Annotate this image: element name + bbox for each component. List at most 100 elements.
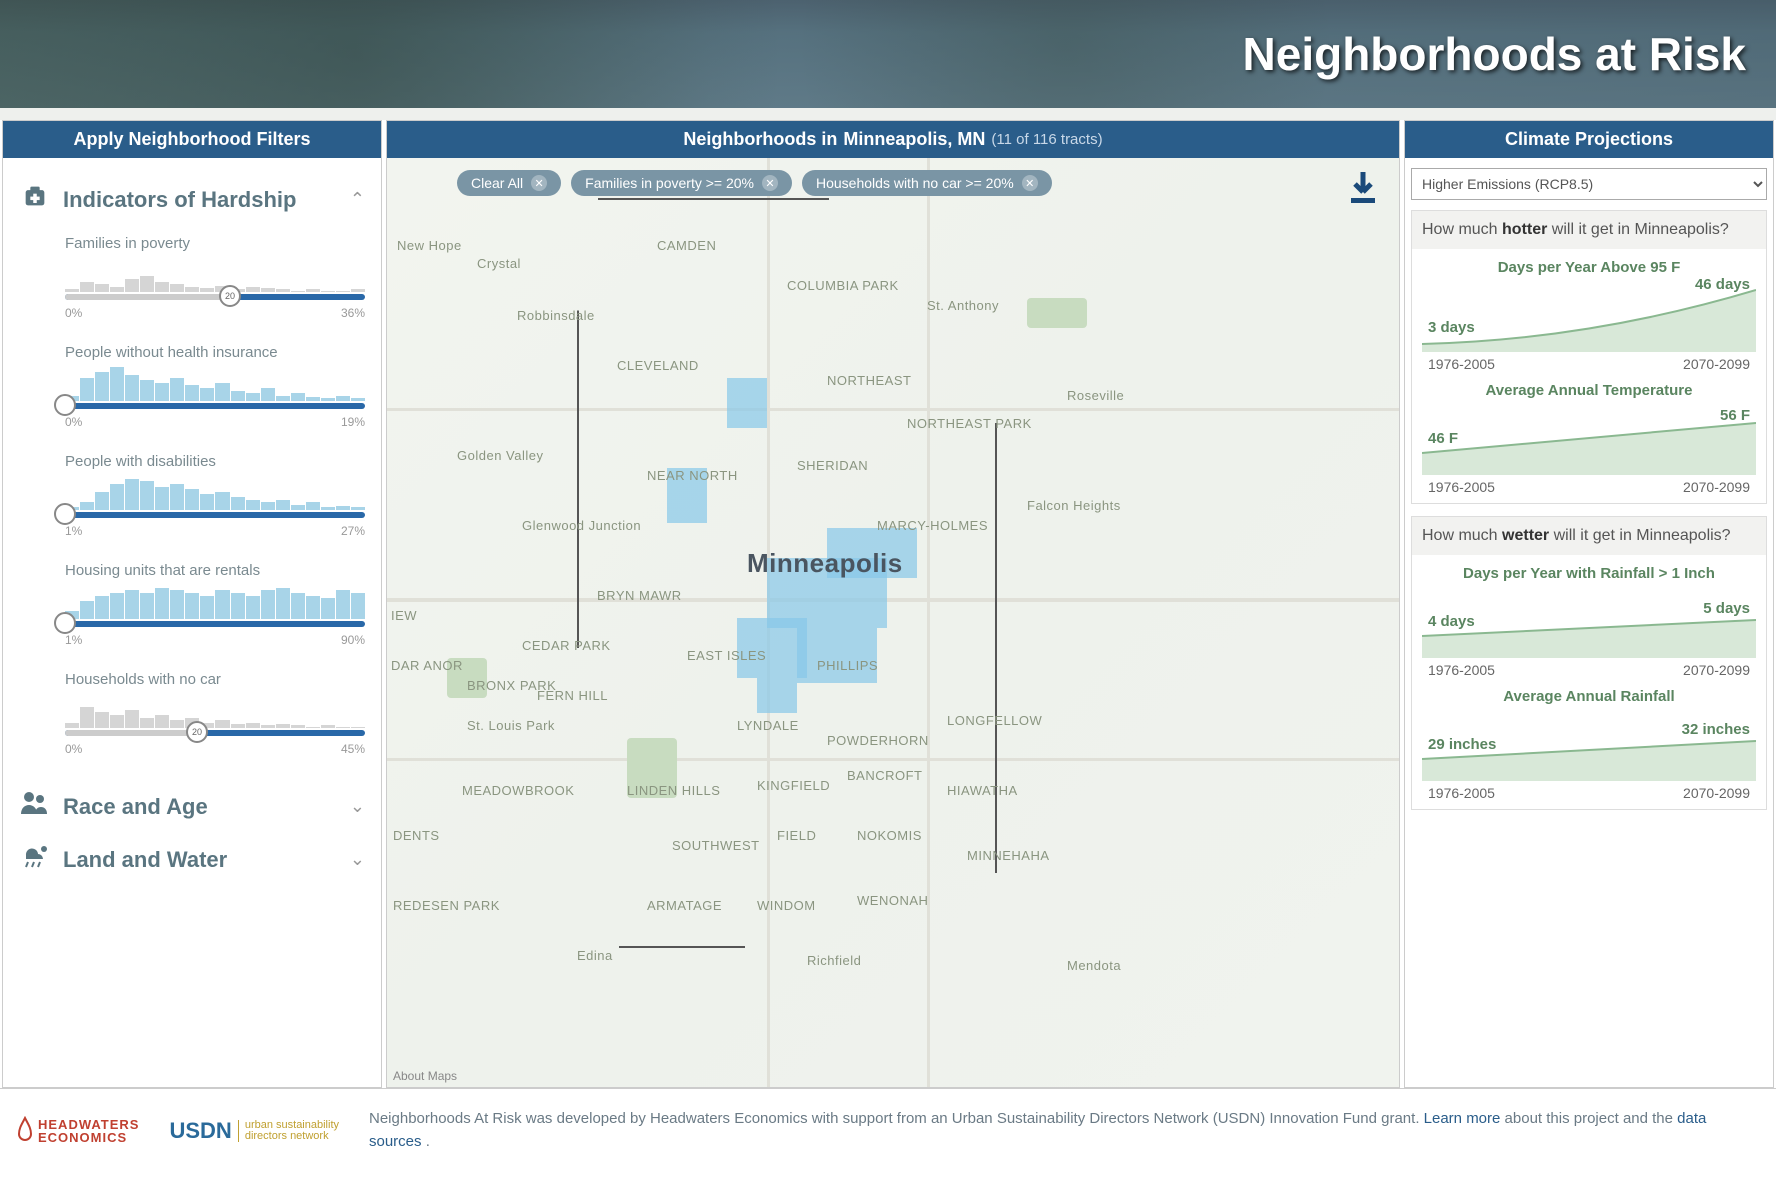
map-label: Edina (577, 948, 613, 963)
projections-header: Climate Projections (1405, 121, 1773, 158)
map-label: New Hope (397, 238, 462, 253)
map-label: DAR ANOR (391, 658, 463, 673)
selected-tract[interactable] (757, 678, 797, 713)
chip-clear-all[interactable]: Clear All✕ (457, 170, 561, 196)
slider-nocar[interactable]: Households with no car 20 0%45% (65, 671, 365, 756)
section-race-age[interactable]: Race and Age ⌄ (19, 780, 365, 833)
wetter-section: How much wetter will it get in Minneapol… (1411, 516, 1767, 810)
map-label: BANCROFT (847, 768, 923, 783)
scenario-select[interactable]: Higher Emissions (RCP8.5) (1411, 168, 1767, 200)
slider-insurance[interactable]: People without health insurance 0%19% (65, 344, 365, 429)
slider-handle[interactable] (54, 503, 76, 525)
map-label: BRYN MAWR (597, 588, 682, 603)
section-land-water[interactable]: Land and Water ⌄ (19, 833, 365, 886)
map-label: EAST ISLES (687, 648, 766, 663)
slider-handle[interactable] (54, 394, 76, 416)
map-label: MARCY-HOLMES (877, 518, 988, 533)
close-icon[interactable]: ✕ (762, 175, 778, 191)
chip-nocar[interactable]: Households with no car >= 20%✕ (802, 170, 1052, 196)
map-label: Minneapolis (747, 548, 903, 579)
map-label: NORTHEAST PARK (907, 416, 1032, 431)
map-panel: Neighborhoods in Minneapolis, MN (11 of … (386, 120, 1400, 1088)
map-label: Roseville (1067, 388, 1124, 403)
slider-handle[interactable]: 20 (186, 721, 208, 743)
learn-more-link[interactable]: Learn more (1424, 1110, 1501, 1127)
chevron-up-icon: ⌃ (350, 189, 365, 210)
map-label: Falcon Heights (1027, 498, 1121, 513)
map-label: HIAWATHA (947, 783, 1018, 798)
histogram (65, 367, 365, 401)
hotter-question: How much hotter will it get in Minneapol… (1412, 211, 1766, 249)
slider-track[interactable]: 20 (65, 294, 365, 300)
map-label: St. Louis Park (467, 718, 555, 733)
slider-track[interactable] (65, 403, 365, 409)
histogram (65, 694, 365, 728)
map-header: Neighborhoods in Minneapolis, MN (11 of … (387, 121, 1399, 158)
wetter-question: How much wetter will it get in Minneapol… (1412, 517, 1766, 555)
footer: HEADWATERSECONOMICS USDN urban sustainab… (0, 1088, 1776, 1172)
close-icon[interactable]: ✕ (531, 175, 547, 191)
map-label: CEDAR PARK (522, 638, 611, 653)
chart-rainfall-days: 4 days 5 days (1422, 588, 1756, 658)
slider-rentals[interactable]: Housing units that are rentals 1%90% (65, 562, 365, 647)
section-hardship[interactable]: Indicators of Hardship ⌃ (19, 172, 365, 227)
map-label: FIELD (777, 828, 816, 843)
map-label: WINDOM (757, 898, 816, 913)
slider-poverty[interactable]: Families in poverty 20 0%36% (65, 235, 365, 320)
chart-days-95f: 3 days 46 days (1422, 282, 1756, 352)
tract-count: (11 of 116 tracts) (991, 131, 1102, 148)
slider-track[interactable]: 20 (65, 730, 365, 736)
chevron-down-icon: ⌄ (350, 796, 365, 817)
filters-panel: Apply Neighborhood Filters Indicators of… (2, 120, 382, 1088)
histogram (65, 258, 365, 292)
map-label: SOUTHWEST (672, 838, 760, 853)
map-label: LYNDALE (737, 718, 799, 733)
map-label: St. Anthony (927, 298, 999, 313)
slider-handle[interactable] (54, 612, 76, 634)
map-label: KINGFIELD (757, 778, 830, 793)
selected-tract[interactable] (727, 378, 767, 428)
about-maps-link[interactable]: About Maps (393, 1069, 457, 1083)
map-label: Richfield (807, 953, 861, 968)
map-label: CLEVELAND (617, 358, 699, 373)
map-label: FERN HILL (537, 688, 608, 703)
map-label: NOKOMIS (857, 828, 922, 843)
slider-disability[interactable]: People with disabilities 1%27% (65, 453, 365, 538)
map-label: POWDERHORN (827, 733, 929, 748)
chevron-down-icon: ⌄ (350, 849, 365, 870)
map-label: DENTS (393, 828, 440, 843)
map-label: CAMDEN (657, 238, 716, 253)
histogram (65, 476, 365, 510)
map-label: IEW (391, 608, 417, 623)
chart-avg-rainfall: 29 inches 32 inches (1422, 711, 1756, 781)
map-label: SHERIDAN (797, 458, 868, 473)
map-label: ARMATAGE (647, 898, 722, 913)
map-label: LINDEN HILLS (627, 783, 720, 798)
filters-header: Apply Neighborhood Filters (3, 121, 381, 158)
hotter-section: How much hotter will it get in Minneapol… (1411, 210, 1767, 504)
map-label: NEAR NORTH (647, 468, 738, 483)
rain-icon (19, 843, 51, 876)
close-icon[interactable]: ✕ (1022, 175, 1038, 191)
map-label: PHILLIPS (817, 658, 878, 673)
download-button[interactable] (1347, 170, 1379, 214)
selected-tract[interactable] (797, 628, 877, 683)
logo-usdn[interactable]: USDN urban sustainabilitydirectors netwo… (169, 1118, 339, 1144)
map-label: NORTHEAST (827, 373, 911, 388)
footer-text: Neighborhoods At Risk was developed by H… (369, 1108, 1760, 1153)
slider-track[interactable] (65, 512, 365, 518)
slider-track[interactable] (65, 621, 365, 627)
map-label: WENONAH (857, 893, 928, 908)
map-label: Robbinsdale (517, 308, 595, 323)
map[interactable]: MinneapolisCREEKColumbia HeightsNew Hope… (387, 158, 1399, 1087)
map-label: MEADOWBROOK (462, 783, 574, 798)
map-label: Mendota (1067, 958, 1121, 973)
logo-headwaters[interactable]: HEADWATERSECONOMICS (16, 1116, 139, 1146)
filter-chips: Clear All✕ Families in poverty >= 20%✕ H… (457, 170, 1052, 196)
map-label: Crystal (477, 256, 521, 271)
histogram (65, 585, 365, 619)
slider-handle[interactable]: 20 (219, 285, 241, 307)
chart-avg-temp: 46 F 56 F (1422, 405, 1756, 475)
people-icon (19, 790, 51, 823)
chip-poverty[interactable]: Families in poverty >= 20%✕ (571, 170, 792, 196)
